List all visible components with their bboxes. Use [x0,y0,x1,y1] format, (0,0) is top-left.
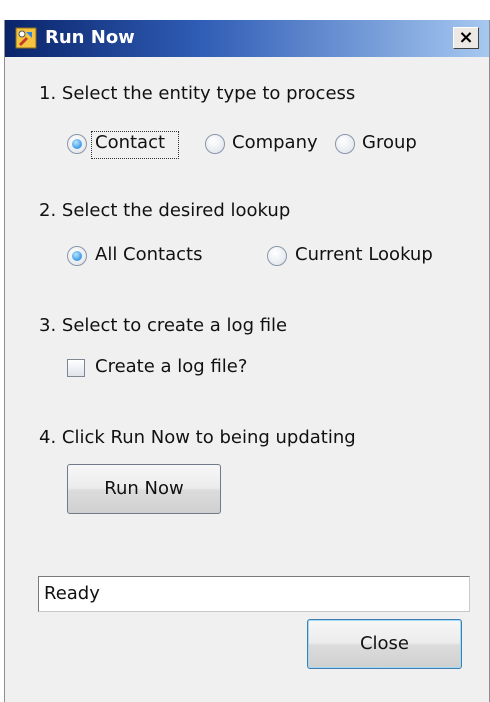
status-field: Ready [38,576,470,612]
radio-current-lookup-label[interactable]: Current Lookup [295,244,433,265]
radio-group-label[interactable]: Group [362,132,417,153]
close-button[interactable]: Close [307,619,462,669]
close-icon[interactable]: × [453,27,479,49]
app-tools-icon [14,26,38,50]
radio-group[interactable] [335,134,355,154]
window-title: Run Now [45,27,135,48]
run-now-button[interactable]: Run Now [67,464,221,514]
log-file-checkbox[interactable] [67,359,85,377]
radio-company-label[interactable]: Company [232,132,318,153]
step4-label: 4. Click Run Now to being updating [39,427,356,448]
log-file-checkbox-label[interactable]: Create a log file? [95,356,247,377]
radio-contact-label[interactable]: Contact [95,132,165,153]
radio-company[interactable] [205,134,225,154]
radio-contact[interactable] [67,134,87,154]
step2-label: 2. Select the desired lookup [39,200,291,221]
title-bar[interactable]: Run Now × [5,20,489,57]
radio-all-contacts-label[interactable]: All Contacts [95,244,202,265]
step1-label: 1. Select the entity type to process [39,83,356,104]
run-now-dialog: Run Now × 1. Select the entity type to p… [4,20,490,702]
radio-current-lookup[interactable] [267,246,287,266]
radio-all-contacts[interactable] [67,246,87,266]
step3-label: 3. Select to create a log file [39,315,288,336]
